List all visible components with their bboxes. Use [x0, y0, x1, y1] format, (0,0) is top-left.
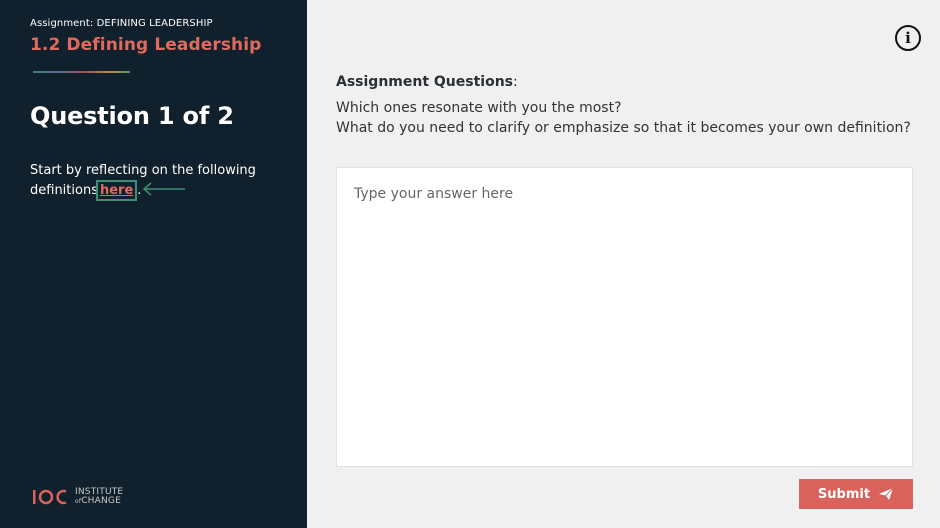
sidebar: Assignment: DEFINING LEADERSHIP 1.2 Defi…: [0, 0, 307, 528]
logo-wordmark: INSTITUTE ofCHANGE: [75, 488, 123, 506]
assignment-questions-text: Assignment Questions: [336, 74, 514, 90]
ioc-logo-mark: [33, 489, 67, 505]
link-highlight-box: here: [95, 180, 138, 201]
assignment-title: 1.2 Defining Leadership: [30, 35, 262, 55]
assignment-kicker: Assignment: DEFINING LEADERSHIP: [30, 18, 213, 29]
answer-textarea[interactable]: [336, 167, 913, 467]
assignment-questions-colon: :: [513, 74, 518, 90]
question-line-2: What do you need to clarify or emphasize…: [336, 120, 911, 136]
institute-of-change-logo: INSTITUTE ofCHANGE: [32, 486, 123, 508]
info-icon[interactable]: i: [895, 25, 921, 51]
definitions-link[interactable]: here: [100, 183, 133, 198]
question-counter-heading: Question 1 of 2: [30, 102, 234, 130]
submit-label: Submit: [817, 486, 871, 502]
submit-button[interactable]: Submit: [799, 479, 913, 509]
logo-line2: CHANGE: [81, 496, 121, 506]
question-line-1: Which ones resonate with you the most?: [336, 100, 622, 116]
accent-divider: [33, 71, 130, 73]
assignment-questions-label: Assignment Questions:: [336, 74, 518, 90]
arrow-left-icon: [142, 182, 185, 196]
send-icon: [879, 487, 894, 500]
